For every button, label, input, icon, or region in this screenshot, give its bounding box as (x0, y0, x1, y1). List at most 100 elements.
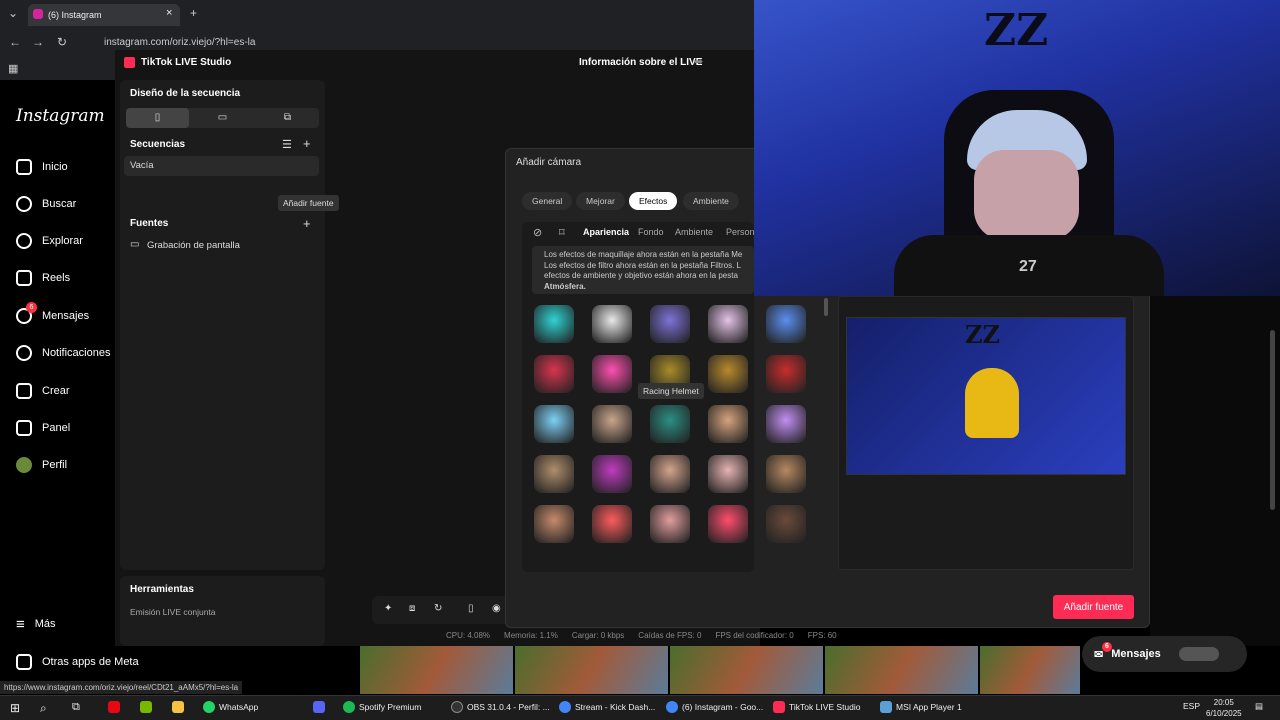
tab-ambiente[interactable]: Ambiente (683, 192, 739, 210)
effect-thumbnail[interactable] (592, 305, 632, 343)
effect-thumbnail[interactable] (708, 305, 748, 343)
new-tab-icon[interactable]: + (190, 6, 197, 20)
taskbar-spotify[interactable]: Spotify Premium (343, 701, 421, 713)
add-source-button[interactable]: Añadir fuente (1053, 595, 1134, 619)
effect-thumbnail[interactable] (766, 305, 806, 343)
source-item[interactable]: Grabación de pantalla (147, 240, 240, 251)
taskbar-kick[interactable]: Stream - Kick Dash... (559, 701, 655, 713)
video-thumbnail[interactable] (980, 646, 1080, 694)
nav-buscar[interactable]: Buscar (16, 192, 76, 216)
menu-icon: ≡ (16, 615, 25, 633)
effect-thumbnail[interactable] (592, 355, 632, 393)
effect-thumbnail[interactable] (766, 455, 806, 493)
subtab-ambiente[interactable]: Ambiente (675, 227, 713, 237)
no-effect-icon[interactable]: ⊘ (533, 226, 542, 239)
taskbar-instagram[interactable]: (6) Instagram - Goo... (666, 701, 763, 713)
task-view-icon[interactable]: ⧉ (72, 701, 80, 714)
video-thumbnail[interactable] (360, 646, 513, 694)
language-indicator[interactable]: ESP (1183, 701, 1200, 711)
effect-thumbnail[interactable] (708, 505, 748, 543)
effect-thumbnail[interactable] (766, 355, 806, 393)
magic-wand-icon[interactable]: ✦ (384, 603, 392, 614)
portrait-button[interactable]: ▯ (126, 108, 189, 128)
address-bar[interactable]: instagram.com/oriz.viejo/?hl=es-la (82, 32, 754, 52)
nav-explorar[interactable]: Explorar (16, 229, 83, 253)
effect-thumbnail[interactable] (534, 405, 574, 443)
share-icon[interactable]: ➦ (694, 55, 703, 68)
forward-icon[interactable]: → (32, 35, 44, 49)
messages-bar[interactable]: ✉ 6 Mensajes (1082, 636, 1247, 672)
phone-icon[interactable]: ▯ (468, 603, 474, 614)
effect-thumbnail[interactable] (708, 455, 748, 493)
subtab-persona[interactable]: Persona (726, 227, 754, 237)
tab-list-icon[interactable]: ⌄ (8, 6, 18, 20)
browser-tab[interactable]: (6) Instagram × (28, 4, 180, 26)
effect-thumbnail[interactable] (650, 455, 690, 493)
bookmark-icon[interactable]: ⌑ (559, 226, 565, 239)
netflix-icon[interactable] (108, 701, 120, 713)
video-thumbnail[interactable] (670, 646, 823, 694)
effect-thumbnail[interactable] (650, 305, 690, 343)
nav-panel[interactable]: Panel (16, 416, 70, 440)
taskbar-whatsapp[interactable]: WhatsApp (203, 701, 258, 713)
translate-icon[interactable]: ⧈ (409, 603, 415, 614)
taskbar-msi[interactable]: MSI App Player 1 (880, 701, 962, 713)
joint-live-title: Emisión LIVE conjunta (130, 607, 216, 617)
nav-perfil[interactable]: Perfil (16, 453, 67, 477)
list-icon[interactable]: ☰ (282, 138, 292, 151)
reload-icon[interactable]: ↻ (57, 35, 67, 49)
tab-efectos[interactable]: Efectos (629, 192, 678, 210)
nav-mas[interactable]: ≡ Más (16, 612, 56, 636)
close-tab-icon[interactable]: × (166, 7, 172, 19)
taskbar-obs[interactable]: OBS 31.0.4 - Perfil: ... (451, 701, 550, 713)
nvidia-icon[interactable] (140, 701, 152, 713)
effect-thumbnail[interactable] (534, 305, 574, 343)
nav-reels[interactable]: Reels (16, 266, 70, 290)
nav-notificaciones[interactable]: Notificaciones (16, 341, 110, 365)
nav-mensajes[interactable]: 6 Mensajes (16, 302, 89, 328)
discord-icon[interactable] (313, 701, 325, 713)
effect-thumbnail[interactable] (534, 505, 574, 543)
effect-thumbnail[interactable] (766, 405, 806, 443)
dual-layout-button[interactable]: ⧉ (256, 108, 319, 128)
effect-thumbnail[interactable] (766, 505, 806, 543)
tab-mejorar[interactable]: Mejorar (576, 192, 625, 210)
effect-thumbnail[interactable] (592, 455, 632, 493)
effect-thumbnail[interactable] (650, 505, 690, 543)
nav-meta-apps[interactable]: Otras apps de Meta (16, 650, 139, 674)
sequence-item[interactable]: Vacía (124, 156, 319, 176)
record-icon[interactable]: ◉ (492, 603, 501, 614)
start-icon[interactable]: ⊞ (10, 701, 20, 715)
effect-thumbnail[interactable] (708, 355, 748, 393)
live-info-title[interactable]: Información sobre el LIVE (579, 57, 702, 68)
replay-icon[interactable]: ↻ (434, 603, 442, 614)
back-icon[interactable]: ← (9, 35, 21, 49)
search-icon[interactable]: ⌕ (40, 701, 47, 716)
effect-thumbnail[interactable] (534, 355, 574, 393)
tab-general[interactable]: General (522, 192, 573, 210)
folder-icon[interactable] (172, 701, 184, 713)
subtab-apariencia[interactable]: Apariencia (583, 227, 629, 237)
effect-thumbnail[interactable] (592, 505, 632, 543)
notifications-icon[interactable]: ▤ (1255, 701, 1263, 712)
video-thumbnail[interactable] (825, 646, 978, 694)
nav-inicio[interactable]: Inicio (16, 155, 68, 179)
page-scrollbar[interactable] (1270, 330, 1275, 510)
clock[interactable]: 20:05 6/10/2025 (1206, 697, 1242, 719)
taskbar-tiktok[interactable]: TikTok LIVE Studio (773, 701, 861, 713)
effect-thumbnail[interactable] (650, 405, 690, 443)
landscape-button[interactable]: ▭ (191, 108, 254, 128)
video-thumbnail[interactable] (515, 646, 668, 694)
apps-grid-icon[interactable]: ▦ (8, 62, 18, 75)
nav-crear[interactable]: Crear (16, 379, 70, 403)
nav-label: Más (34, 618, 56, 630)
effects-scrollbar[interactable] (824, 298, 828, 316)
add-source-icon[interactable]: + (303, 216, 311, 231)
shirt-number: 27 (1019, 258, 1037, 275)
effect-thumbnail[interactable] (708, 405, 748, 443)
effect-thumbnail[interactable] (592, 405, 632, 443)
subtab-fondo[interactable]: Fondo (638, 227, 664, 237)
add-sequence-icon[interactable]: + (303, 136, 311, 151)
instagram-logo[interactable]: Instagram (16, 106, 105, 126)
effect-thumbnail[interactable] (534, 455, 574, 493)
